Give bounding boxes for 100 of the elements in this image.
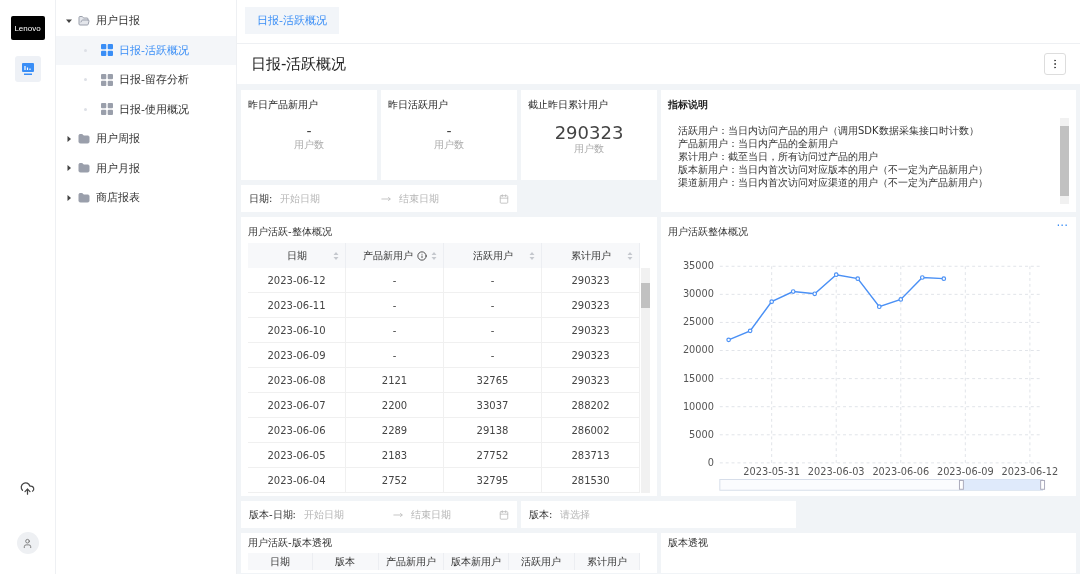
tree-item[interactable]: 用户周报 xyxy=(56,124,236,154)
column-header[interactable]: 产品新用户 xyxy=(346,243,444,268)
stat-title: 昨日产品新用户 xyxy=(248,98,319,112)
cloud-upload-icon[interactable] xyxy=(20,481,35,496)
stat-value: - xyxy=(445,124,453,138)
sort-icon[interactable] xyxy=(431,250,437,261)
table-cell: 2023-06-05 xyxy=(248,443,346,467)
column-header[interactable]: 版本 xyxy=(313,553,379,570)
caret-icon[interactable] xyxy=(66,135,72,142)
data-point xyxy=(769,299,774,304)
end-date-placeholder: 结束日期 xyxy=(410,507,452,522)
table-cell: 2023-06-09 xyxy=(248,343,346,367)
data-point xyxy=(876,304,882,310)
table-cell: 290323 xyxy=(542,293,640,317)
data-point xyxy=(919,275,925,280)
table-cell: 288202 xyxy=(542,393,640,417)
sort-icon[interactable] xyxy=(529,250,535,261)
table-cell: 32765 xyxy=(444,368,542,392)
column-header[interactable]: 累计用户 xyxy=(542,243,640,268)
column-header[interactable]: 累计用户 xyxy=(574,553,640,570)
axis-label: 30000 xyxy=(682,288,714,300)
stat-value: 290323 xyxy=(553,124,625,142)
folder-icon xyxy=(78,162,90,175)
range-slider[interactable] xyxy=(719,479,1046,491)
scrollbar[interactable] xyxy=(641,268,650,493)
column-header[interactable]: 产品新用户 xyxy=(378,553,444,570)
table-cell: 2023-06-07 xyxy=(248,393,346,417)
glossary-line: 版本新用户：当日内首次访问对应版本的用户（不一定为产品新用户） xyxy=(678,163,989,176)
table-cell: 290323 xyxy=(542,268,640,292)
table-cell: 2023-06-04 xyxy=(248,468,346,492)
end-date-placeholder: 结束日期 xyxy=(398,191,440,206)
table-cell: 2023-06-06 xyxy=(248,418,346,442)
glossary-line: 渠道新用户：当日内首次访问对应渠道的用户（不一定为产品新用户） xyxy=(678,176,989,189)
table-cell: 2200 xyxy=(346,393,444,417)
table-cell: - xyxy=(346,268,444,292)
user-avatar[interactable] xyxy=(16,532,39,554)
tree-item[interactable]: 日报-留存分析 xyxy=(56,65,236,95)
table-cell: - xyxy=(346,318,444,342)
table-cell: - xyxy=(444,318,542,342)
table-cell: - xyxy=(346,343,444,367)
caret-icon[interactable] xyxy=(66,194,72,201)
caret-icon[interactable] xyxy=(66,165,72,172)
field-label: 日期: xyxy=(249,191,273,206)
card-title: 版本透视 xyxy=(668,536,708,550)
column-header[interactable]: 活跃用户 xyxy=(509,553,575,570)
more-button[interactable] xyxy=(1044,53,1066,75)
data-point xyxy=(726,337,731,343)
table-cell: 2183 xyxy=(346,443,444,467)
table-cell: 2023-06-08 xyxy=(248,368,346,392)
table-cell: 27752 xyxy=(444,443,542,467)
axis-label: 20000 xyxy=(682,344,714,356)
column-header[interactable]: 日期 xyxy=(248,243,346,268)
card-title: 用户活跃整体概况 xyxy=(668,225,748,239)
tree-item[interactable]: 日报-使用概况 xyxy=(56,94,236,124)
date-range-field[interactable]: 版本-日期: 开始日期 结束日期 xyxy=(241,501,517,528)
version-select[interactable]: 版本: 请选择 xyxy=(521,501,796,528)
tree-item[interactable]: 用户日报 xyxy=(56,6,236,36)
table-cell: - xyxy=(444,268,542,292)
axis-label: 0 xyxy=(707,456,714,468)
glossary-line: 活跃用户：当日内访问产品的用户（调用SDK数据采集接口时计数） xyxy=(678,124,980,137)
card-title: 用户活跃-整体概况 xyxy=(248,225,332,239)
folder-icon xyxy=(78,14,90,27)
grid-icon xyxy=(101,103,113,116)
stat-title: 截止昨日累计用户 xyxy=(528,98,609,112)
folder-icon xyxy=(78,132,90,145)
tree-item[interactable]: 用户月报 xyxy=(56,153,236,183)
start-date-placeholder: 开始日期 xyxy=(304,507,345,522)
folder-icon xyxy=(78,191,90,204)
tree-item[interactable]: 商店报表 xyxy=(56,183,236,213)
caret-icon[interactable] xyxy=(66,17,72,24)
stat-unit: 用户数 xyxy=(293,138,325,152)
data-point xyxy=(747,328,753,334)
table-cell: - xyxy=(444,293,542,317)
start-date-placeholder: 开始日期 xyxy=(280,191,322,206)
axis-label: 35000 xyxy=(682,260,714,272)
glossary-line: 产品新用户：当日内产品的全新用户 xyxy=(678,137,839,150)
field-label: 版本-日期: xyxy=(249,507,296,522)
axis-label: 2023-06-12 xyxy=(1001,465,1059,477)
stat-value: - xyxy=(305,124,313,138)
logo: Lenovo xyxy=(10,16,45,40)
table-cell: 2023-06-10 xyxy=(248,318,346,342)
table-cell: 33037 xyxy=(444,393,542,417)
column-header[interactable]: 版本新用户 xyxy=(444,553,510,570)
glossary-line: 累计用户：截至当日，所有访问过产品的用户 xyxy=(678,150,879,163)
card-title: 指标说明 xyxy=(668,98,709,112)
stat-unit: 用户数 xyxy=(573,142,605,156)
date-range-field[interactable]: 日期: 开始日期 结束日期 xyxy=(241,185,517,212)
axis-label: 10000 xyxy=(682,400,714,412)
table-cell: 29138 xyxy=(444,418,542,442)
column-header[interactable]: 日期 xyxy=(248,553,314,570)
page-title: 日报-活跃概况 xyxy=(251,54,347,74)
sort-icon[interactable] xyxy=(333,250,339,261)
dashboard-icon[interactable] xyxy=(14,56,41,82)
sort-icon[interactable] xyxy=(627,250,633,261)
table-cell: - xyxy=(444,343,542,367)
calendar-icon xyxy=(499,193,509,204)
column-header[interactable]: 活跃用户 xyxy=(444,243,542,268)
data-point xyxy=(941,276,947,281)
table-cell: 283713 xyxy=(542,443,640,467)
scrollbar[interactable] xyxy=(1060,118,1069,204)
